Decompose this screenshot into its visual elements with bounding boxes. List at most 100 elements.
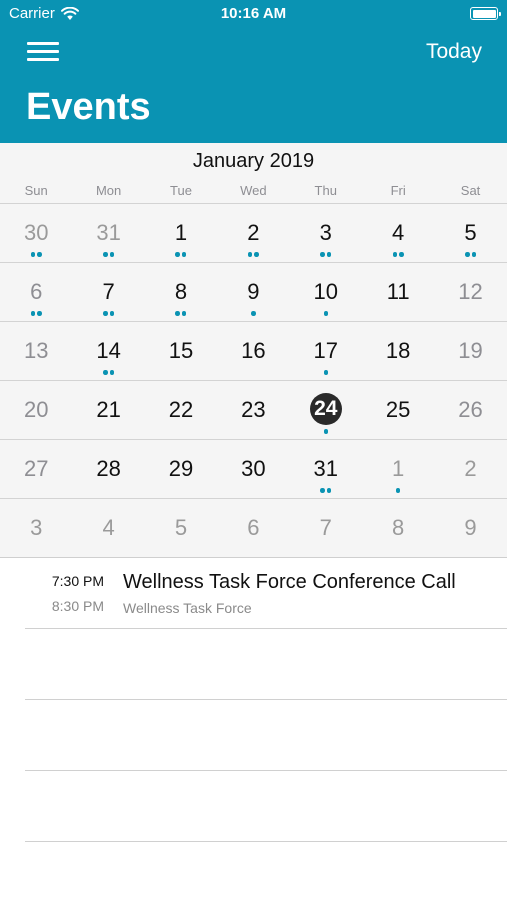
event-dot xyxy=(323,429,328,434)
day-number: 29 xyxy=(168,456,194,481)
calendar-day[interactable]: 3 xyxy=(0,499,72,557)
calendar-day[interactable]: 1 xyxy=(362,440,434,498)
calendar-day[interactable]: 16 xyxy=(217,322,289,380)
calendar-day[interactable]: 23 xyxy=(217,381,289,439)
calendar-day[interactable]: 4 xyxy=(362,204,434,262)
calendar-day[interactable]: 9 xyxy=(434,499,506,557)
day-number: 7 xyxy=(319,515,332,540)
calendar-day[interactable]: 2 xyxy=(217,204,289,262)
day-number: 8 xyxy=(174,279,188,304)
calendar-day-selected[interactable]: 2424 xyxy=(290,381,362,439)
event-dot xyxy=(109,311,115,316)
event-dot xyxy=(181,252,187,257)
calendar-day[interactable]: 4 xyxy=(72,499,144,557)
calendar-day[interactable]: 20 xyxy=(0,381,72,439)
event-end-time: 8:30 PM xyxy=(51,598,104,614)
day-number: 2 xyxy=(247,220,260,245)
event-dot xyxy=(181,311,187,316)
event-dot xyxy=(392,252,398,257)
event-dots xyxy=(72,311,144,316)
calendar-day[interactable]: 5 xyxy=(145,499,217,557)
event-dot xyxy=(465,252,470,257)
event-dots xyxy=(290,488,362,493)
calendar-day[interactable]: 7 xyxy=(290,499,362,557)
day-number: 6 xyxy=(247,515,260,540)
event-dot xyxy=(103,252,108,257)
calendar-grid: 30 31 1 2 3 4 5 6 7 8 9 10 11 12 13 14 15 16 17 18 19 20 21 22 2… xyxy=(0,203,507,557)
calendar-day[interactable]: 17 xyxy=(290,322,362,380)
weekday-label: Tue xyxy=(170,183,192,198)
event-dots xyxy=(290,429,362,434)
day-number: 14 xyxy=(96,338,121,363)
weekday-label: Sat xyxy=(460,183,481,198)
calendar-week-row: 27 28 29 30 31 1 2 xyxy=(0,439,507,498)
weekday-label: Wed xyxy=(240,183,267,198)
status-time: 10:16 AM xyxy=(220,5,287,22)
calendar-day[interactable]: 14 xyxy=(72,322,144,380)
calendar-day[interactable]: 10 xyxy=(290,263,362,321)
calendar-day[interactable]: 8 xyxy=(362,499,434,557)
calendar-day[interactable]: 27 xyxy=(0,440,72,498)
day-number: 31 xyxy=(96,220,121,245)
selected-day-indicator: 24 xyxy=(309,393,342,425)
app-header: Carrier 10:16 AM Today Events xyxy=(0,0,507,143)
calendar-day[interactable]: 19 xyxy=(434,322,506,380)
calendar-week-row: 6 7 8 9 10 11 12 xyxy=(0,262,507,321)
calendar-day[interactable]: 2 xyxy=(434,440,506,498)
month-title: January 2019 xyxy=(192,150,315,172)
month-calendar: January 2019 Sun Mon Tue Wed Thu Fri Sat… xyxy=(0,143,507,558)
day-number: 28 xyxy=(96,456,121,481)
day-number: 10 xyxy=(313,279,338,304)
today-button[interactable]: Today xyxy=(426,40,482,64)
calendar-day[interactable]: 29 xyxy=(145,440,217,498)
calendar-day[interactable]: 18 xyxy=(362,322,434,380)
weekday-header: Sun Mon Tue Wed Thu Fri Sat xyxy=(0,183,507,201)
page-title: Events xyxy=(26,86,151,128)
calendar-day[interactable]: 15 xyxy=(145,322,217,380)
day-number: 12 xyxy=(458,279,483,304)
calendar-day[interactable]: 7 xyxy=(72,263,144,321)
calendar-day[interactable]: 26 xyxy=(434,381,506,439)
calendar-day[interactable]: 28 xyxy=(72,440,144,498)
calendar-day[interactable]: 9 xyxy=(217,263,289,321)
hamburger-menu-icon[interactable] xyxy=(22,38,62,66)
calendar-day[interactable]: 30 xyxy=(0,204,72,262)
calendar-day[interactable]: 30 xyxy=(217,440,289,498)
event-dot xyxy=(320,252,325,257)
event-dots xyxy=(217,252,289,257)
calendar-day[interactable]: 8 xyxy=(145,263,217,321)
calendar-day[interactable]: 25 xyxy=(362,381,434,439)
calendar-day[interactable]: 13 xyxy=(0,322,72,380)
day-number: 7 xyxy=(102,279,115,304)
calendar-day[interactable]: 6 xyxy=(0,263,72,321)
calendar-day[interactable]: 6 xyxy=(217,499,289,557)
calendar-day[interactable]: 1 xyxy=(145,204,217,262)
event-item[interactable]: 7:30 PM 8:30 PM Wellness Task Force Conf… xyxy=(25,559,507,629)
event-title: Wellness Task Force Conference Call xyxy=(123,571,456,593)
event-dots xyxy=(145,252,217,257)
event-dots xyxy=(145,311,217,316)
event-dots xyxy=(217,311,289,316)
calendar-day[interactable]: 3 xyxy=(290,204,362,262)
day-number: 1 xyxy=(174,220,188,245)
day-number: 4 xyxy=(392,220,405,245)
event-dots xyxy=(290,370,362,375)
event-dot xyxy=(175,311,180,316)
calendar-day[interactable]: 31 xyxy=(290,440,362,498)
calendar-day[interactable]: 11 xyxy=(362,263,434,321)
event-dot xyxy=(326,252,332,257)
day-number: 31 xyxy=(313,456,338,481)
calendar-day[interactable]: 21 xyxy=(72,381,144,439)
event-dot xyxy=(471,252,477,257)
calendar-day[interactable]: 22 xyxy=(145,381,217,439)
calendar-day[interactable]: 12 xyxy=(434,263,506,321)
empty-event-row xyxy=(25,771,507,842)
weekday-label: Thu xyxy=(314,183,337,198)
day-number: 23 xyxy=(241,397,266,422)
day-number: 11 xyxy=(386,279,410,304)
event-subtitle: Wellness Task Force xyxy=(123,600,252,616)
battery-icon xyxy=(470,7,501,20)
calendar-day[interactable]: 31 xyxy=(72,204,144,262)
calendar-day[interactable]: 5 xyxy=(434,204,506,262)
day-number: 3 xyxy=(319,220,332,245)
